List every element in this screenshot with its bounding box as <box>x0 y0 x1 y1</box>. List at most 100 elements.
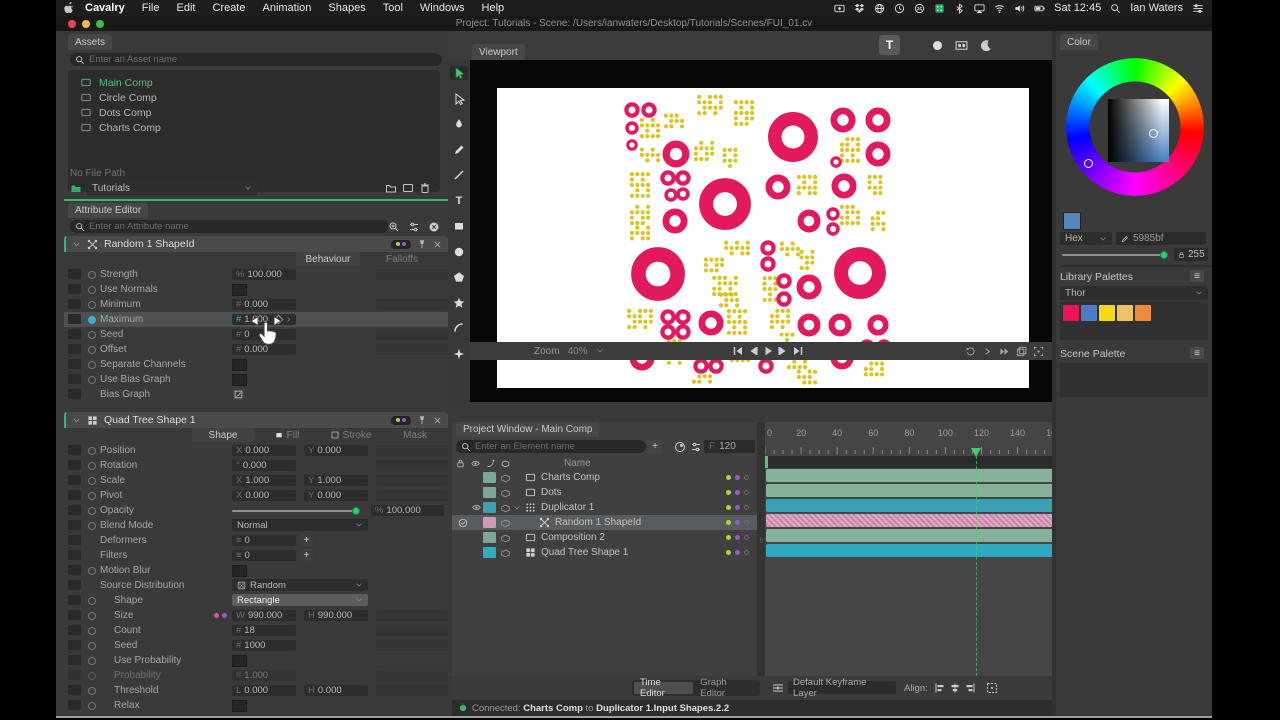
tool-rectangle[interactable] <box>450 219 468 233</box>
work-area-start-handle[interactable] <box>765 456 768 468</box>
row-drag-box[interactable] <box>68 269 81 279</box>
volume-icon[interactable] <box>1014 3 1025 14</box>
attr-row-maximum[interactable]: Maximum#1.000 <box>64 312 448 327</box>
to-end-button[interactable] <box>792 345 804 357</box>
row-drag-box[interactable] <box>68 550 81 560</box>
layer-row-charts-comp[interactable]: Charts Comp <box>452 470 757 485</box>
field-pivot-1[interactable]: Y0.000 <box>304 490 368 501</box>
attr-row-use-bias-graph[interactable]: Use Bias Graph <box>64 372 448 387</box>
row-drag-box[interactable] <box>68 670 81 680</box>
field-threshold-1[interactable]: H0.000 <box>304 685 368 696</box>
tag-icon[interactable] <box>500 459 511 468</box>
tool-line[interactable] <box>450 168 468 182</box>
project-timeline-divider[interactable]: ⠿ <box>757 422 765 676</box>
row-drag-box[interactable] <box>68 520 81 530</box>
row-drag-box[interactable] <box>68 490 81 500</box>
control-center-icon[interactable] <box>1192 3 1204 14</box>
color-mode-select[interactable]: Hex <box>1060 232 1112 245</box>
row-drag-box[interactable] <box>68 535 81 545</box>
layer-toggle-dot[interactable] <box>726 520 731 525</box>
sv-selector[interactable] <box>1149 129 1158 138</box>
add-element-button[interactable]: + <box>648 440 662 453</box>
tool-pen[interactable] <box>450 117 468 131</box>
viewport-zoom-value[interactable]: 40% <box>568 346 588 357</box>
animate-toggle[interactable] <box>88 286 96 294</box>
spotlight-icon[interactable] <box>1110 3 1121 14</box>
keyframe-dot[interactable] <box>214 613 219 618</box>
checkbox-relax[interactable] <box>232 700 247 712</box>
animate-toggle[interactable] <box>88 672 96 680</box>
row-drag-box[interactable] <box>68 685 81 695</box>
layer-toggle-dot[interactable] <box>744 550 749 555</box>
asset-item-circle-comp[interactable]: Circle Comp <box>68 90 440 105</box>
attr-row-separate-channels[interactable]: Separate Channels <box>64 357 448 372</box>
checkbox-use-normals[interactable] <box>232 284 247 296</box>
airplay-icon[interactable] <box>974 3 985 14</box>
attr-row-pivot[interactable]: PivotX0.000Y0.000 <box>64 488 448 503</box>
palette-swatch[interactable] <box>1135 305 1151 321</box>
field-position-1[interactable]: Y0.000 <box>304 445 368 456</box>
layer-color-swatch[interactable] <box>483 487 496 498</box>
animate-toggle[interactable] <box>88 271 96 279</box>
panel-divider-accent[interactable] <box>64 199 448 201</box>
row-drag-box[interactable] <box>68 344 81 354</box>
attr-row-bias-graph[interactable]: Bias Graph <box>64 387 448 402</box>
tool-pentagon[interactable] <box>450 270 468 284</box>
tab-color[interactable]: Color <box>1060 34 1098 50</box>
animate-toggle[interactable] <box>88 612 96 620</box>
align-center-icon[interactable] <box>949 682 961 694</box>
list-field-filters[interactable]: ≡0 <box>232 550 296 561</box>
snap-frame-icon[interactable] <box>986 682 998 694</box>
lock-icon[interactable] <box>456 459 465 468</box>
align-right-icon[interactable] <box>964 682 976 694</box>
loop-icon[interactable] <box>965 346 976 357</box>
animate-toggle[interactable] <box>88 447 96 455</box>
field-position-0[interactable]: X0.000 <box>232 445 296 456</box>
animate-toggle[interactable] <box>88 376 96 384</box>
checkbox-use-probability[interactable] <box>232 655 247 667</box>
row-drag-box[interactable] <box>68 505 81 515</box>
time-editor-button[interactable]: Time Editor <box>634 682 693 694</box>
layer-toggle-dot[interactable] <box>744 490 749 495</box>
asset-search-input[interactable]: Enter an Asset name <box>70 53 442 66</box>
layer-toggle-dot[interactable] <box>735 535 740 540</box>
layer-toggle-dot[interactable] <box>735 505 740 510</box>
solo-filter-icon[interactable] <box>674 441 686 453</box>
layer-toggle-dot[interactable] <box>744 505 749 510</box>
layer-toggle-dot[interactable] <box>735 550 740 555</box>
section-tab-stroke[interactable]: Stroke <box>320 428 382 442</box>
dark-mode-icon[interactable] <box>975 35 996 55</box>
field-scale-0[interactable]: X1.000 <box>232 475 296 486</box>
layer-color-swatch[interactable] <box>483 502 496 513</box>
element-search-input[interactable]: Enter an Element name <box>456 440 646 453</box>
palette-swatch[interactable] <box>1117 305 1133 321</box>
attr-row-strength[interactable]: Strength%100.000 <box>64 267 448 282</box>
frame-forward-button[interactable] <box>777 345 789 357</box>
eye-icon[interactable] <box>470 459 481 468</box>
animate-toggle[interactable] <box>88 642 96 650</box>
dropbox-icon[interactable] <box>854 3 865 14</box>
attr-row-blend-mode[interactable]: Blend ModeNormal <box>64 518 448 533</box>
attr-section-header-random-1-shapeid[interactable]: Random 1 ShapeId <box>64 236 448 252</box>
keyframe-layer-icon[interactable] <box>772 682 784 694</box>
layer-row-composition-2[interactable]: Composition 2 <box>452 530 757 545</box>
layer-toggle-dot[interactable] <box>726 535 731 540</box>
dropdown-blend-mode[interactable]: Normal <box>232 519 368 531</box>
row-drag-box[interactable] <box>68 475 81 485</box>
section-tab-falloffs[interactable]: Falloffs <box>364 252 440 266</box>
section-tab-shape[interactable]: Shape <box>192 428 254 442</box>
keyframe-layer-select[interactable]: Default Keyframe Layer <box>788 681 896 694</box>
pin-icon[interactable] <box>417 239 427 249</box>
asset-item-dots-comp[interactable]: Dots Comp <box>68 105 440 120</box>
menu-user[interactable]: Ian Waters <box>1130 2 1183 14</box>
menu-item-create[interactable]: Create <box>212 2 245 14</box>
keyframe-dot[interactable] <box>222 613 227 618</box>
field-scale-1[interactable]: Y1.000 <box>304 475 368 486</box>
battery-icon[interactable] <box>1034 3 1045 14</box>
menu-item-tool[interactable]: Tool <box>383 2 403 14</box>
layer-toggle-dot[interactable] <box>744 535 749 540</box>
tool-star[interactable] <box>450 296 468 310</box>
hex-value-field[interactable]: 5985bf <box>1116 232 1206 245</box>
field-minimum-0[interactable]: #0.000 <box>232 299 296 310</box>
animate-toggle[interactable] <box>88 346 96 354</box>
